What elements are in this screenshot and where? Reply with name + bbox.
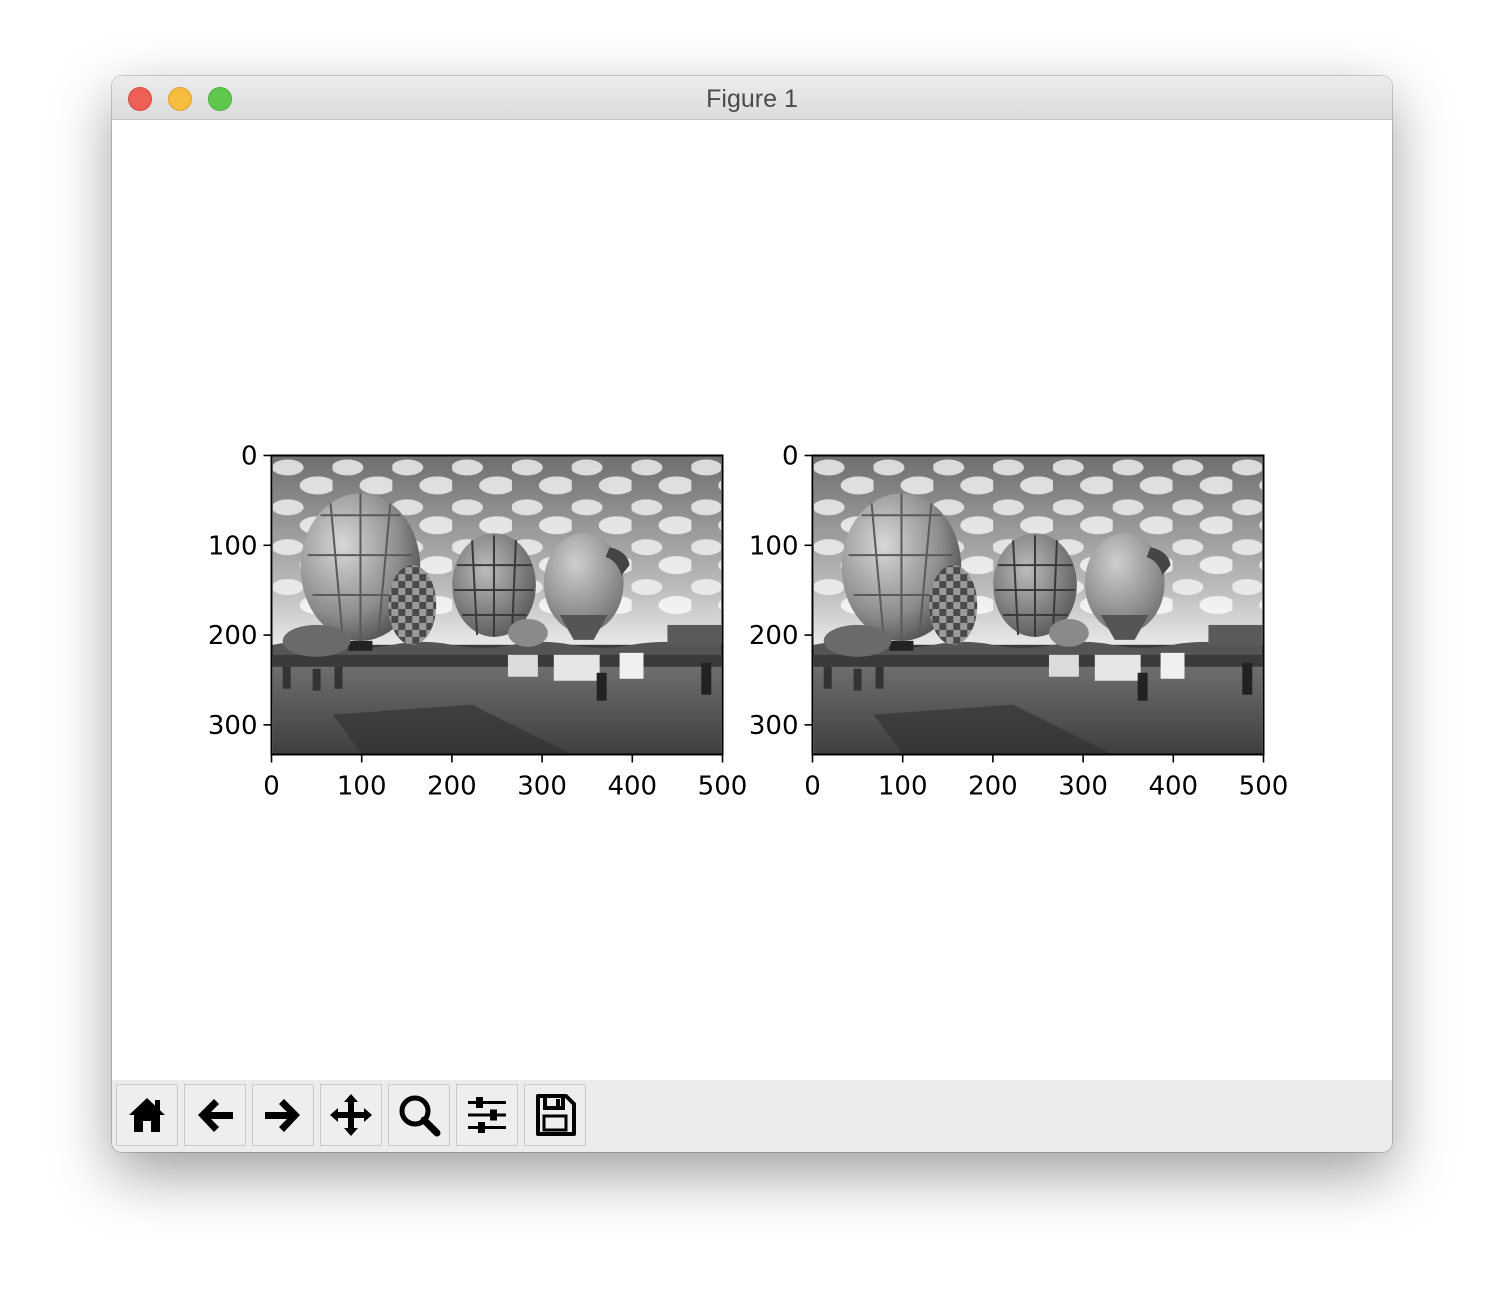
x-tick-label: 500 [1239,772,1289,802]
arrow-left-icon [198,1099,233,1132]
floppy-disk-icon [536,1094,576,1136]
zoom-button[interactable] [388,1084,450,1146]
subplot-right: 0 100 200 300 400 500 0 100 200 300 [749,442,1288,802]
move-icon [330,1094,372,1136]
x-tick-label: 100 [337,772,387,802]
figure-window: Figure 1 0 100 200 300 400 500 0 100 200… [112,76,1392,1152]
y-axis-left: 0 100 200 300 [208,442,272,741]
x-tick-label: 0 [263,772,280,802]
x-tick-label: 300 [1058,772,1108,802]
y-tick-label: 100 [749,531,799,561]
y-tick-label: 200 [208,621,258,651]
y-tick-label: 300 [208,711,258,741]
y-tick-label: 0 [782,442,799,472]
window-title: Figure 1 [706,85,798,113]
subplot-left: 0 100 200 300 400 500 0 100 200 300 [208,442,747,802]
y-axis-right: 0 100 200 300 [749,442,813,741]
x-tick-label: 200 [968,772,1018,802]
home-button[interactable] [116,1084,178,1146]
title-bar: Figure 1 [112,76,1392,120]
figure-svg: 0 100 200 300 400 500 0 100 200 300 0 100 200 300 40… [208,442,1288,802]
home-icon [129,1098,165,1132]
x-tick-label: 300 [517,772,567,802]
balloon-photo-right [812,455,1264,755]
arrow-right-icon [265,1099,300,1132]
x-tick-label: 200 [427,772,477,802]
x-axis-left: 0 100 200 300 400 500 [263,754,748,802]
y-tick-label: 200 [749,621,799,651]
y-tick-label: 0 [241,442,258,472]
pan-button[interactable] [320,1084,382,1146]
back-button[interactable] [184,1084,246,1146]
y-tick-label: 300 [749,711,799,741]
forward-button[interactable] [252,1084,314,1146]
balloon-photo-left [271,455,723,755]
configure-subplots-button[interactable] [456,1084,518,1146]
x-tick-label: 400 [1148,772,1198,802]
navigation-toolbar [112,1080,1392,1152]
save-button[interactable] [524,1084,586,1146]
figure-canvas[interactable]: 0 100 200 300 400 500 0 100 200 300 0 100 200 300 40… [112,120,1392,1080]
sliders-icon [468,1097,506,1133]
x-tick-label: 500 [698,772,748,802]
x-axis-right: 0 100 200 300 400 500 [804,754,1289,802]
x-tick-label: 0 [804,772,821,802]
x-tick-label: 400 [607,772,657,802]
magnifier-icon [399,1095,441,1137]
x-tick-label: 100 [878,772,928,802]
y-tick-label: 100 [208,531,258,561]
